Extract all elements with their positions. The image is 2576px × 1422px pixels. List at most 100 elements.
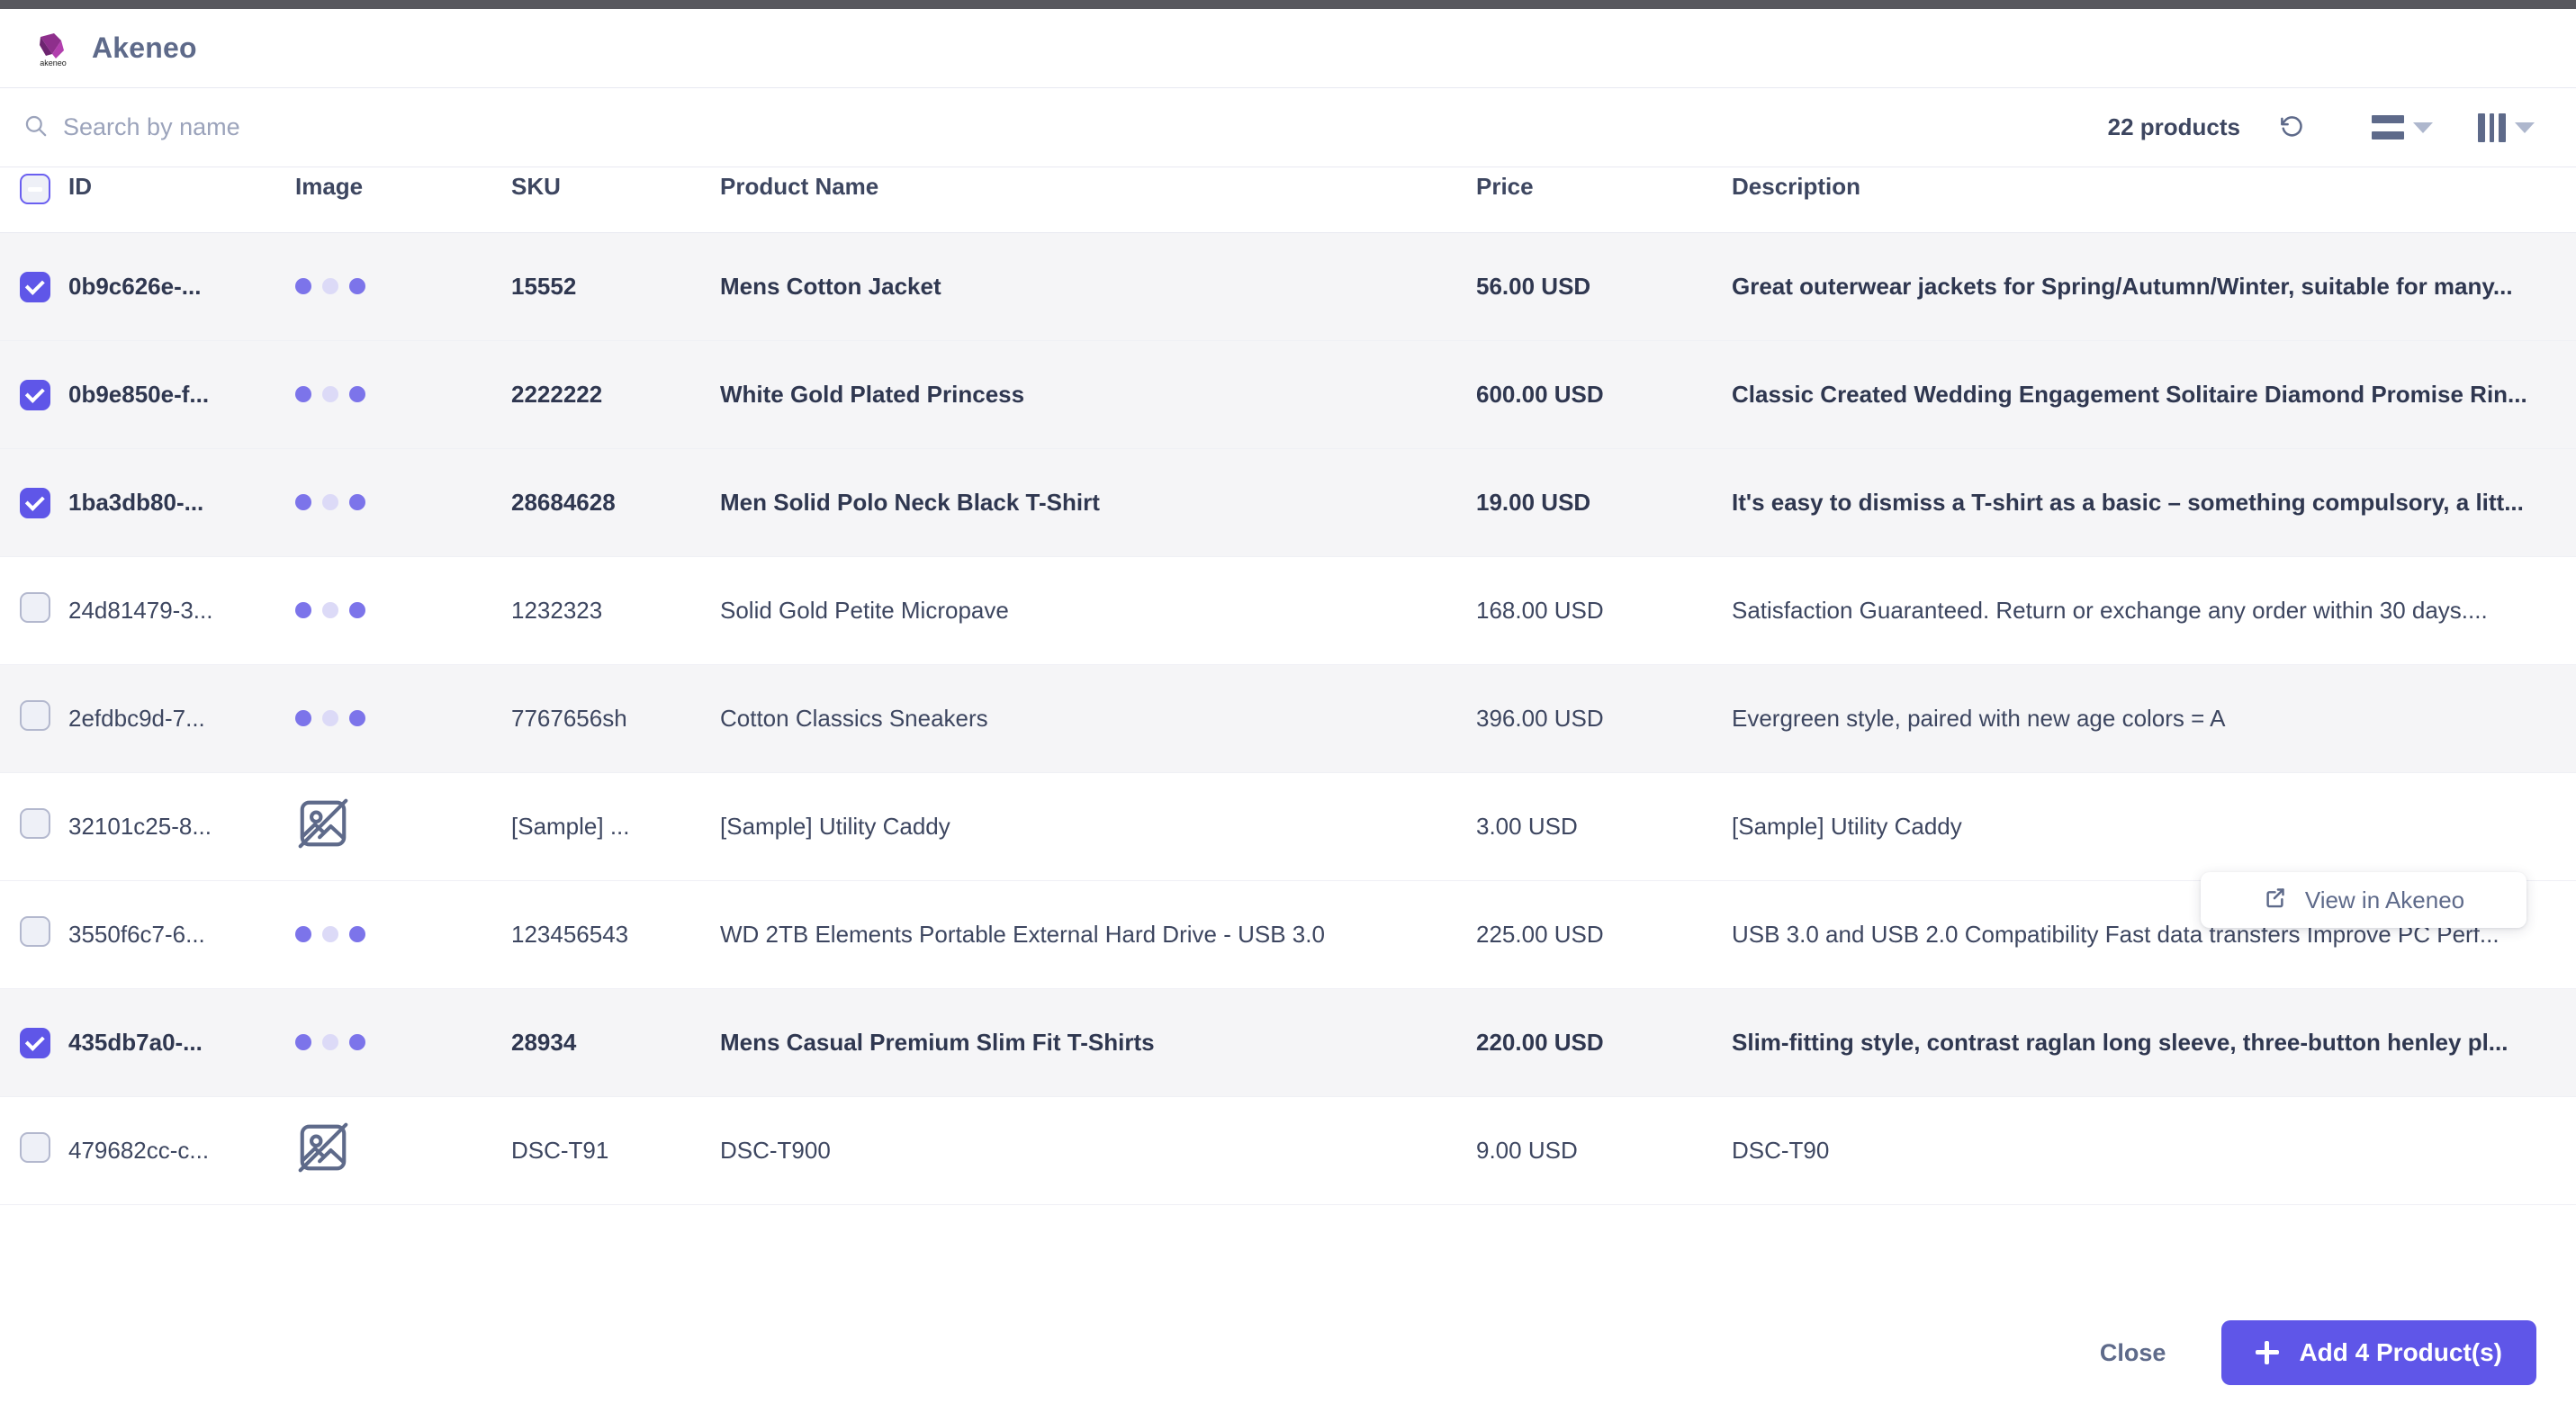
reset-filters-button[interactable] [2271,105,2312,149]
cell-image [295,1096,511,1204]
cell-sku: 1232323 [511,596,603,624]
cell-price: 56.00 USD [1476,272,1591,300]
column-settings-icon [2478,112,2506,142]
row-select-cell [0,340,68,448]
cell-price: 168.00 USD [1476,596,1604,624]
cell-product-name: White Gold Plated Princess [720,380,1025,408]
image-loading-icon [295,926,511,942]
cell-sku: 15552 [511,272,577,300]
cell-product-name: Men Solid Polo Neck Black T-Shirt [720,488,1100,516]
app-header: akeneo Akeneo [0,9,2576,88]
cell-description: It's easy to dismiss a T-shirt as a basi… [1732,488,2524,516]
search-icon [23,113,48,142]
cell-id: 435db7a0-... [68,1028,203,1056]
row-select-cell [0,1096,68,1204]
select-all-header [0,167,68,233]
cell-price: 3.00 USD [1476,812,1578,840]
add-products-label: Add 4 Product(s) [2299,1338,2502,1366]
row-checkbox[interactable] [20,271,50,302]
table-row[interactable]: 2efdbc9d-7... 7767656sh Cotton Classics Sn… [0,664,2576,772]
cell-image [295,880,511,988]
row-checkbox[interactable] [20,1131,50,1163]
products-table-container: ID Image SKU Product Name Price Descript… [0,167,2576,1283]
row-checkbox[interactable] [20,591,50,623]
column-header-id[interactable]: ID [68,167,295,233]
add-products-button[interactable]: Add 4 Product(s) [2221,1320,2536,1385]
column-header-image[interactable]: Image [295,167,511,233]
cell-sku: 123456543 [511,920,629,948]
cell-image [295,988,511,1096]
page-title: Akeneo [92,32,197,64]
row-checkbox[interactable] [20,699,50,731]
brand: akeneo Akeneo [34,28,197,68]
table-row[interactable]: 435db7a0-... 28934 Mens Casual Premium Sli… [0,988,2576,1096]
table-row[interactable]: 1ba3db80-... 28684628 Men Solid Polo Neck … [0,448,2576,556]
cell-image [295,232,511,340]
cell-description: Classic Created Wedding Engagement Solit… [1732,380,2527,408]
select-all-checkbox[interactable] [20,174,50,204]
image-loading-icon [295,278,511,294]
search-container [23,113,2108,142]
undo-reset-icon [2278,112,2305,142]
column-header-sku[interactable]: SKU [511,167,720,233]
plus-icon [2256,1341,2280,1364]
chevron-down-icon [2413,122,2433,133]
cell-image [295,772,511,880]
no-image-icon [295,1120,511,1182]
product-picker-modal: akeneo Akeneo 22 products [0,0,2576,1422]
table-body: 0b9c626e-... 15552 Mens Cotton Jacket 56.00… [0,232,2576,1204]
table-row[interactable]: 32101c25-8... [Sample] ... [Sample] Utilit… [0,772,2576,880]
close-button[interactable]: Close [2089,1325,2177,1382]
row-checkbox[interactable] [20,915,50,947]
cell-image [295,664,511,772]
table-row[interactable]: 479682cc-c... DSC-T91 DSC-T900 9.00 USD DSC-… [0,1096,2576,1204]
toolbar-actions: 22 products [2108,105,2542,149]
row-select-cell [0,232,68,340]
cell-price: 225.00 USD [1476,920,1604,948]
table-row[interactable]: 24d81479-3... 1232323 Solid Gold Petite Mi… [0,556,2576,664]
cell-product-name: Cotton Classics Sneakers [720,704,988,732]
cell-product-name: DSC-T900 [720,1136,831,1164]
column-settings-button[interactable] [2471,106,2542,149]
cell-product-name: Mens Cotton Jacket [720,272,941,300]
cell-price: 19.00 USD [1476,488,1591,516]
row-density-icon [2372,115,2404,140]
row-checkbox[interactable] [20,487,50,518]
column-header-description[interactable]: Description [1732,167,2576,233]
window-chrome-strip [0,0,2576,9]
table-header: ID Image SKU Product Name Price Descript… [0,167,2576,233]
row-checkbox[interactable] [20,807,50,839]
table-row[interactable]: 0b9e850e-f... 2222222 White Gold Plated Pr… [0,340,2576,448]
image-loading-icon [295,386,511,402]
view-in-akeneo-button[interactable]: View in Akeneo [2201,872,2526,928]
cell-description: [Sample] Utility Caddy [1732,812,1962,840]
table-row[interactable]: 0b9c626e-... 15552 Mens Cotton Jacket 56.00… [0,232,2576,340]
cell-product-name: Mens Casual Premium Slim Fit T-Shirts [720,1028,1155,1056]
table-toolbar: 22 products [0,88,2576,167]
cell-id: 479682cc-c... [68,1136,210,1164]
chevron-down-icon [2515,122,2535,133]
cell-price: 396.00 USD [1476,704,1604,732]
akeneo-logo-icon: akeneo [34,28,72,68]
image-loading-icon [295,494,511,510]
cell-id: 24d81479-3... [68,596,213,624]
cell-description: Great outerwear jackets for Spring/Autum… [1732,272,2513,300]
row-select-cell [0,556,68,664]
table-row[interactable]: 3550f6c7-6... 123456543 WD 2TB Elements Po… [0,880,2576,988]
cell-price: 600.00 USD [1476,380,1604,408]
svg-text:akeneo: akeneo [40,58,67,68]
row-checkbox[interactable] [20,1027,50,1058]
products-table: ID Image SKU Product Name Price Descript… [0,167,2576,1205]
cell-image [295,556,511,664]
cell-id: 1ba3db80-... [68,488,204,516]
cell-price: 9.00 USD [1476,1136,1578,1164]
row-checkbox[interactable] [20,379,50,410]
search-input[interactable] [63,113,747,141]
external-link-icon [2263,886,2287,914]
row-select-cell [0,664,68,772]
cell-image [295,448,511,556]
row-density-button[interactable] [2364,108,2440,147]
cell-sku: 28934 [511,1028,577,1056]
column-header-name[interactable]: Product Name [720,167,1476,233]
column-header-price[interactable]: Price [1476,167,1732,233]
